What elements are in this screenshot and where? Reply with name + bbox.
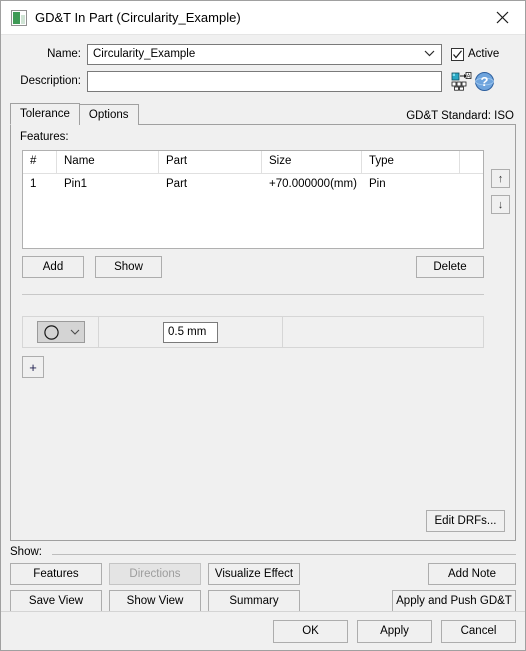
dialog-footer: OK Apply Cancel	[1, 611, 525, 650]
tabstrip: Tolerance Options GD&T Standard: ISO	[10, 103, 516, 125]
move-up-button[interactable]: ↑	[491, 169, 510, 188]
cell-num: 1	[30, 178, 37, 190]
column-header-size: Size	[262, 151, 362, 173]
features-table-header: # Name Part Size Type	[23, 151, 483, 174]
description-row: Description: A ?	[1, 69, 525, 93]
active-label: Active	[468, 48, 500, 60]
column-header-type: Type	[362, 151, 460, 173]
table-row[interactable]: 1 Pin1 Part +70.000000(mm) Pin	[23, 174, 483, 194]
window-title: GD&T In Part (Circularity_Example)	[35, 10, 241, 25]
name-row: Name: Circularity_Example Active	[1, 42, 525, 66]
add-control-frame-row-button[interactable]: +	[22, 356, 44, 378]
description-label: Description:	[20, 75, 81, 87]
edit-drfs-button[interactable]: Edit DRFs...	[426, 510, 505, 532]
show-group-legend: Show:	[10, 546, 47, 558]
fcf-symbol-cell	[23, 317, 99, 347]
column-header-num: #	[23, 151, 57, 173]
apply-and-push-gdt-button[interactable]: Apply and Push GD&T	[392, 590, 516, 612]
geometric-symbol-combobox[interactable]	[36, 321, 85, 343]
tolerance-value-input[interactable]	[163, 321, 218, 343]
section-divider	[22, 294, 484, 295]
tab-tolerance[interactable]: Tolerance	[10, 103, 80, 125]
check-icon	[453, 49, 462, 58]
chevron-down-icon	[424, 48, 435, 60]
name-value: Circularity_Example	[93, 48, 196, 60]
cell-part: Part	[166, 178, 188, 190]
column-header-name: Name	[57, 151, 159, 173]
cancel-button[interactable]: Cancel	[441, 620, 516, 643]
cell-size: +70.000000(mm)	[269, 178, 357, 190]
tolerance-tab-panel: Features: # Name Part Size Type 1 Pin1 P…	[10, 125, 516, 541]
show-group: Show: Features Directions Visualize Effe…	[10, 546, 516, 612]
cell-type: Pin	[369, 178, 386, 190]
apply-button[interactable]: Apply	[357, 620, 432, 643]
header-icon-buttons: A ?	[450, 70, 495, 92]
show-directions-button: Directions	[109, 563, 201, 585]
add-feature-button[interactable]: Add	[22, 256, 84, 278]
name-combobox[interactable]: Circularity_Example	[87, 43, 442, 65]
titlebar: GD&T In Part (Circularity_Example)	[1, 1, 525, 35]
feature-order-controls: ↑ ↓	[491, 169, 510, 214]
help-globe-icon[interactable]: ?	[473, 70, 495, 92]
tab-options[interactable]: Options	[78, 104, 139, 125]
close-button[interactable]	[480, 2, 525, 34]
fcf-tolerance-cell	[99, 317, 283, 347]
active-checkbox-wrap[interactable]: Active	[451, 47, 500, 61]
close-icon	[496, 11, 509, 24]
show-group-divider	[52, 554, 516, 555]
show-feature-button[interactable]: Show	[95, 256, 162, 278]
gdt-in-part-dialog: GD&T In Part (Circularity_Example) Name:…	[0, 0, 526, 651]
model-annotation-icon[interactable]: A	[450, 70, 472, 92]
save-view-button[interactable]: Save View	[10, 590, 102, 612]
description-input[interactable]	[87, 70, 442, 92]
summary-button[interactable]: Summary	[208, 590, 300, 612]
cell-tail	[460, 174, 483, 194]
features-label: Features:	[20, 131, 69, 143]
gdt-standard-label: GD&T Standard: ISO	[406, 110, 514, 122]
show-features-button[interactable]: Features	[10, 563, 102, 585]
add-note-button[interactable]: Add Note	[428, 563, 516, 585]
cell-name: Pin1	[64, 178, 88, 190]
circularity-symbol	[43, 324, 59, 340]
fcf-datum-cell[interactable]	[283, 317, 483, 347]
visualize-effect-button[interactable]: Visualize Effect	[208, 563, 300, 585]
active-checkbox[interactable]	[451, 47, 464, 61]
ok-button[interactable]: OK	[273, 620, 348, 643]
features-button-row: Add Show Delete	[22, 256, 484, 278]
header-form: Name: Circularity_Example Active Descrip…	[1, 35, 525, 100]
column-header-part: Part	[159, 151, 262, 173]
show-view-button[interactable]: Show View	[109, 590, 201, 612]
svg-text:?: ?	[480, 74, 488, 89]
move-down-button[interactable]: ↓	[491, 195, 510, 214]
column-header-tail	[460, 151, 483, 173]
app-icon	[11, 9, 27, 26]
features-table[interactable]: # Name Part Size Type 1 Pin1 Part +70.00…	[22, 150, 484, 249]
chevron-down-icon	[70, 329, 79, 335]
feature-control-frame	[22, 316, 484, 348]
name-label: Name:	[47, 48, 81, 60]
delete-feature-button[interactable]: Delete	[416, 256, 484, 278]
